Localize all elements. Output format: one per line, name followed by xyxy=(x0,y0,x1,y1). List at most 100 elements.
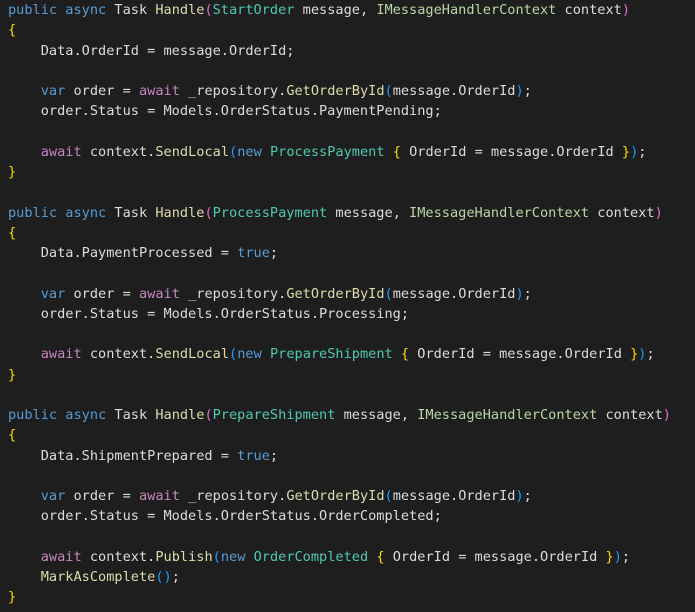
code-line[interactable] xyxy=(0,466,695,486)
code-token-default: context. xyxy=(81,548,156,565)
code-line[interactable]: Data.OrderId = message.OrderId; xyxy=(0,41,695,61)
code-token-method: Publish xyxy=(155,548,213,565)
code-token-keyword: async xyxy=(65,407,107,423)
code-token-paren2: ( xyxy=(229,143,238,160)
code-token-type: ProcessPayment xyxy=(269,143,385,160)
code-token-keyword: var xyxy=(40,285,66,302)
code-line[interactable] xyxy=(0,263,695,283)
code-line[interactable] xyxy=(0,61,695,81)
code-token-default xyxy=(8,144,41,160)
code-token-default: order.Status = Models.OrderStatus.Proces… xyxy=(8,305,410,322)
code-line[interactable]: order.Status = Models.OrderStatus.Proces… xyxy=(0,304,695,324)
code-token-paren: ( xyxy=(204,2,213,18)
code-line[interactable]: MarkAsComplete(); xyxy=(0,567,695,587)
code-token-paren2: ( xyxy=(212,548,221,565)
code-line[interactable]: { xyxy=(0,223,695,243)
code-token-control: await xyxy=(40,143,82,160)
code-token-default: Task xyxy=(106,407,156,423)
code-token-method: MarkAsComplete xyxy=(40,569,156,585)
code-line[interactable]: } xyxy=(0,587,695,607)
code-token-method: SendLocal xyxy=(155,346,230,363)
code-token-default xyxy=(393,346,401,362)
code-token-paren2: ( xyxy=(384,83,393,99)
code-token-default xyxy=(8,286,41,302)
code-token-brace: { xyxy=(376,548,385,565)
code-line[interactable] xyxy=(0,324,695,344)
code-token-default xyxy=(262,346,270,362)
code-token-default: context xyxy=(589,204,655,221)
code-token-paren2: ) xyxy=(515,488,524,504)
code-token-paren: ) xyxy=(662,407,671,423)
code-line[interactable]: var order = await _repository.GetOrderBy… xyxy=(0,486,695,506)
code-token-default xyxy=(385,144,393,160)
code-token-default: OrderId = message.OrderId xyxy=(409,346,631,363)
code-token-brace: } xyxy=(8,164,17,180)
code-token-interface: IMessageHandlerContext xyxy=(376,2,557,18)
code-line[interactable] xyxy=(0,527,695,547)
code-token-default: ; xyxy=(646,346,655,363)
code-token-paren2: ) xyxy=(515,83,524,99)
code-token-type: ProcessPayment xyxy=(212,204,328,221)
code-token-paren2: () xyxy=(155,569,172,585)
code-token-keyword: new xyxy=(237,346,262,363)
code-line[interactable] xyxy=(0,385,695,405)
code-line[interactable]: { xyxy=(0,20,695,40)
code-token-default: Data.ShipmentPrepared = xyxy=(8,447,238,464)
code-token-type: StartOrder xyxy=(212,2,295,18)
code-token-default: Data.OrderId = message.OrderId; xyxy=(8,42,295,59)
code-token-keyword: public xyxy=(8,204,58,221)
code-token-method: GetOrderById xyxy=(286,488,385,504)
code-token-default: context xyxy=(597,407,663,423)
code-line[interactable]: public async Task Handle(PrepareShipment… xyxy=(0,405,695,425)
code-token-default: ; xyxy=(621,548,631,565)
code-token-brace: { xyxy=(8,224,17,241)
code-token-keyword: public xyxy=(8,407,58,423)
code-line[interactable] xyxy=(0,182,695,202)
code-token-default: context. xyxy=(81,143,156,160)
code-editor[interactable]: public async Task Handle(StartOrder mess… xyxy=(0,0,695,612)
code-token-type: PrepareShipment xyxy=(212,407,336,423)
code-line[interactable]: } xyxy=(0,162,695,182)
code-token-keyword: var xyxy=(40,488,66,504)
code-line[interactable]: Data.PaymentProcessed = true; xyxy=(0,243,695,263)
code-token-default: ; xyxy=(171,569,180,585)
code-token-brace: } xyxy=(605,548,614,565)
code-token-method: Handle xyxy=(155,407,205,423)
code-token-default: context xyxy=(556,2,622,18)
code-line[interactable]: order.Status = Models.OrderStatus.OrderC… xyxy=(0,506,695,526)
code-token-default xyxy=(8,549,41,565)
code-token-keyword: async xyxy=(65,204,107,221)
code-token-type: OrderCompleted xyxy=(253,548,369,565)
code-token-brace: } xyxy=(8,589,17,606)
code-line[interactable]: { xyxy=(0,425,695,445)
code-token-default: order = xyxy=(65,488,139,504)
code-line[interactable]: await context.SendLocal(new PrepareShipm… xyxy=(0,344,695,364)
code-token-control: await xyxy=(138,488,180,504)
code-token-paren2: ) xyxy=(613,548,622,565)
code-token-default xyxy=(245,549,253,565)
code-token-interface: IMessageHandlerContext xyxy=(409,204,590,221)
code-line[interactable]: } xyxy=(0,365,695,385)
code-token-default: ; xyxy=(638,143,647,160)
code-line[interactable]: order.Status = Models.OrderStatus.Paymen… xyxy=(0,101,695,121)
code-line[interactable]: var order = await _repository.GetOrderBy… xyxy=(0,284,695,304)
code-token-method: Handle xyxy=(155,204,205,221)
code-line[interactable]: await context.Publish(new OrderCompleted… xyxy=(0,547,695,567)
code-token-default: Data.PaymentProcessed = xyxy=(8,245,238,261)
code-line[interactable] xyxy=(0,122,695,142)
code-token-default xyxy=(8,488,41,504)
code-token-paren: ) xyxy=(654,204,663,221)
code-token-default: message, xyxy=(327,204,410,221)
code-token-paren2: ) xyxy=(515,285,524,302)
code-line[interactable]: var order = await _repository.GetOrderBy… xyxy=(0,81,695,101)
code-line[interactable]: public async Task Handle(ProcessPayment … xyxy=(0,203,695,223)
code-line[interactable]: Data.ShipmentPrepared = true; xyxy=(0,446,695,466)
code-token-keyword: true xyxy=(237,447,270,464)
code-token-default: order = xyxy=(65,83,139,99)
code-line[interactable]: await context.SendLocal(new ProcessPayme… xyxy=(0,142,695,162)
code-line[interactable]: public async Task Handle(StartOrder mess… xyxy=(0,0,695,20)
code-token-keyword: public xyxy=(8,2,58,18)
code-token-keyword: async xyxy=(65,2,107,18)
code-token-brace: } xyxy=(8,366,17,383)
code-token-default xyxy=(8,569,41,585)
